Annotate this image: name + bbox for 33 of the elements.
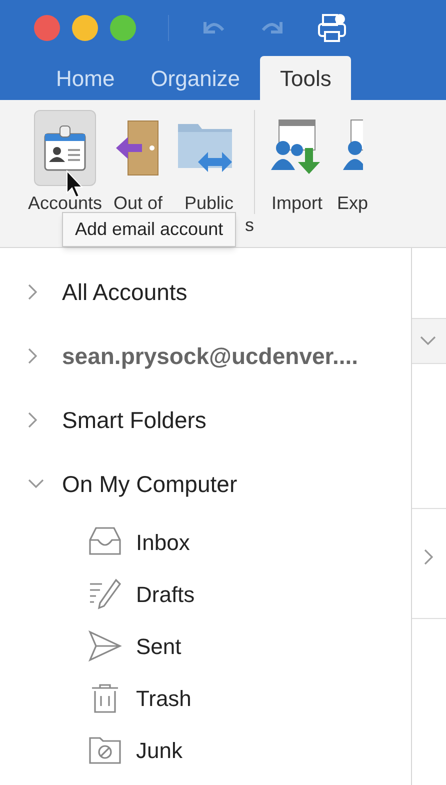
ribbon-button[interactable]: Out of bbox=[112, 110, 164, 214]
chevron-right-icon[interactable] bbox=[28, 284, 38, 300]
printer-icon[interactable] bbox=[317, 13, 347, 43]
folder-item[interactable]: Junk bbox=[0, 724, 411, 776]
id-card-icon bbox=[43, 124, 88, 172]
chevron-down-icon[interactable] bbox=[28, 479, 44, 489]
folder-item[interactable]: Drafts bbox=[0, 568, 411, 620]
sidebar-item[interactable]: All Accounts bbox=[0, 260, 411, 324]
account-label: sean.prysock@ucdenver.... bbox=[62, 342, 358, 371]
junk-folder-icon bbox=[88, 734, 122, 766]
inbox-icon bbox=[88, 526, 122, 558]
ribbon-tab[interactable]: Tools bbox=[260, 56, 352, 100]
folder-item[interactable]: Sent bbox=[0, 620, 411, 672]
cursor-icon bbox=[66, 170, 84, 198]
ribbon-button[interactable]: Import bbox=[267, 110, 328, 214]
sidebar-item[interactable]: On My Computer bbox=[0, 452, 411, 516]
chevron-right-icon[interactable] bbox=[28, 412, 38, 428]
sidebar-item[interactable]: Smart Folders bbox=[0, 388, 411, 452]
account-label: Smart Folders bbox=[62, 406, 206, 435]
account-label: All Accounts bbox=[62, 278, 188, 307]
send-icon bbox=[88, 630, 122, 662]
tooltip: Add email account bbox=[62, 212, 236, 247]
chevron-right-icon[interactable] bbox=[424, 549, 434, 565]
pencil-lines-icon bbox=[88, 578, 122, 610]
chevron-right-icon[interactable] bbox=[28, 348, 38, 364]
ribbon-tab[interactable]: Home bbox=[40, 56, 131, 100]
sidebar-item[interactable]: sean.prysock@ucdenver.... bbox=[0, 324, 411, 388]
folder-item[interactable]: Inbox bbox=[0, 516, 411, 568]
ribbon-button[interactable]: Exp bbox=[337, 110, 368, 214]
account-label: On My Computer bbox=[62, 470, 238, 499]
chevron-down-icon[interactable] bbox=[420, 336, 436, 346]
folder-item[interactable]: Trash bbox=[0, 672, 411, 724]
ribbon-tab[interactable]: Organize bbox=[134, 56, 256, 100]
